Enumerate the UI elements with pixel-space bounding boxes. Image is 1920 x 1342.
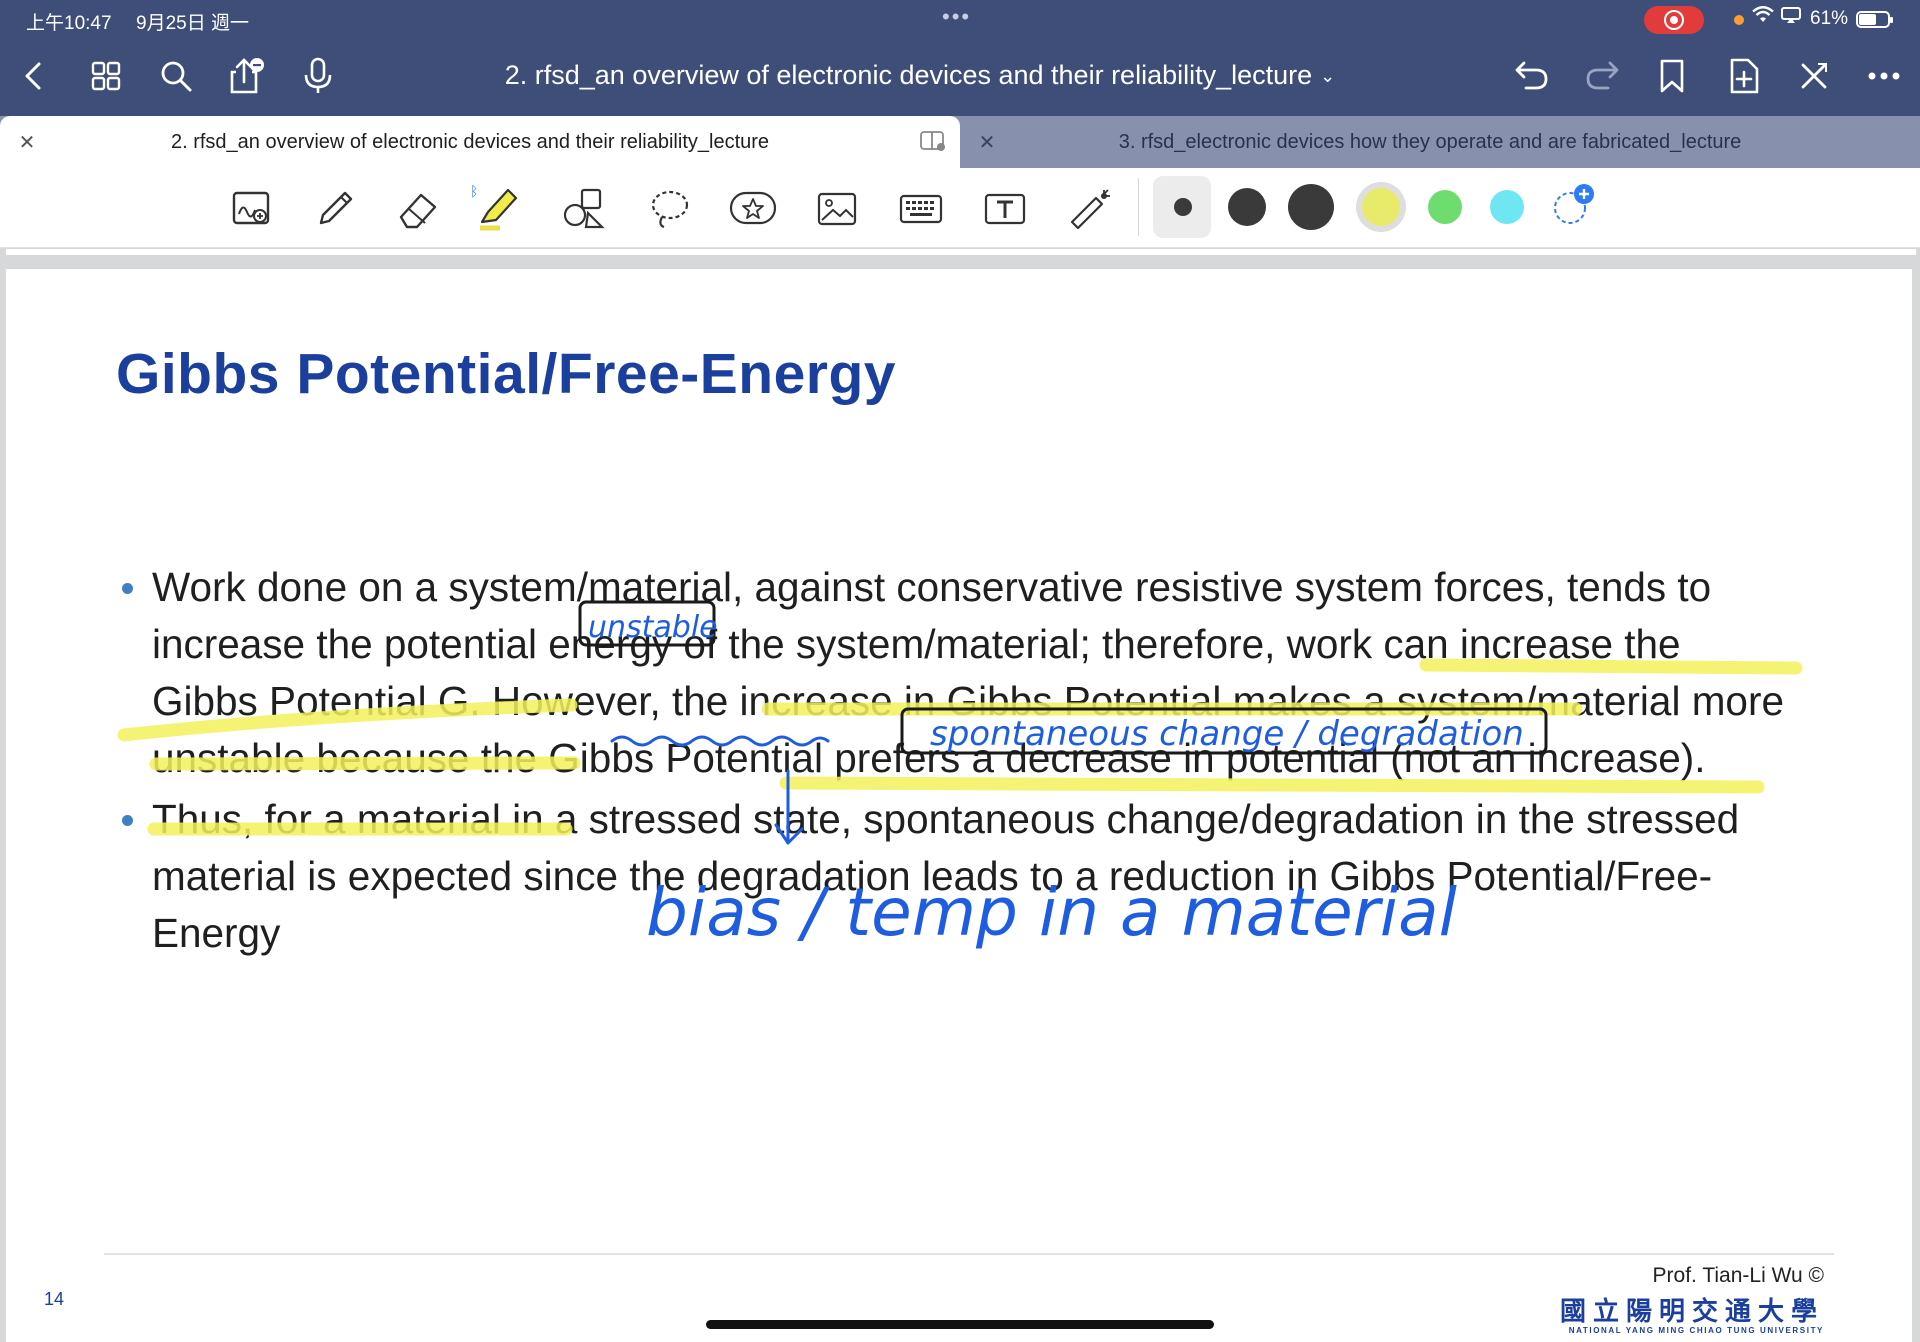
wifi-icon [1752,6,1774,30]
color-swatch-large-black[interactable] [1288,184,1334,230]
more-options-icon[interactable] [1860,52,1908,100]
text-box-icon[interactable] [978,182,1032,236]
image-icon[interactable] [810,182,864,236]
university-english-name: NATIONAL YANG MING CHIAO TUNG UNIVERSITY [1568,1326,1824,1335]
document-title: 2. rfsd_an overview of electronic device… [504,60,1313,90]
status-bar: 上午10:47 9月25日 週一 ••• 61% [0,0,1920,38]
color-swatch-medium-black[interactable] [1228,188,1266,226]
sticker-icon[interactable] [726,182,780,236]
tab-label: 3. rfsd_electronic devices how they oper… [1118,131,1742,153]
highlighter-icon[interactable]: ᛒ [470,182,524,236]
laser-pointer-icon[interactable] [1062,182,1116,236]
footer-divider [104,1253,1834,1255]
battery-icon [1856,11,1893,28]
redo-icon[interactable] [1578,52,1626,100]
color-swatch-cyan[interactable] [1490,190,1524,224]
search-icon[interactable] [152,52,200,100]
exit-edit-icon[interactable] [1790,52,1838,100]
undo-icon[interactable] [1508,52,1556,100]
goodnotes-app: 上午10:47 9月25日 週一 ••• 61% 2. rfsd_an over… [0,0,1920,1342]
close-tab-icon[interactable]: ✕ [976,130,998,155]
bookmark-icon[interactable] [1648,52,1696,100]
multitasking-dots-icon[interactable]: ••• [942,4,971,30]
status-time: 上午10:47 [26,13,112,34]
tab-lecture-3[interactable]: ✕ 3. rfsd_electronic devices how they op… [960,116,1920,168]
document-tabs: ✕ 2. rfsd_an overview of electronic devi… [0,116,1920,168]
mic-in-use-indicator [1734,15,1744,25]
shapes-icon[interactable] [558,182,612,236]
university-logo-text: 國立陽明交通大學 [1559,1296,1824,1326]
page-number: 14 [44,1289,65,1309]
eraser-icon[interactable] [392,182,446,236]
tab-lecture-2[interactable]: ✕ 2. rfsd_an overview of electronic devi… [0,116,960,168]
color-swatch-yellow[interactable] [1362,188,1400,226]
keyboard-icon[interactable] [894,182,948,236]
close-tab-icon[interactable]: ✕ [16,130,38,155]
bullet-item: Work done on a system/material, against … [116,559,1796,787]
bullet-text-2: Thus, for a material in a stressed state… [152,796,1740,956]
drawing-toolbar: ᛒ [0,168,1920,248]
slide-page-14[interactable]: Gibbs Potential/Free-Energy Work done on… [6,269,1916,1342]
scroll-gutter [1912,255,1920,1342]
bullet-item: Thus, for a material in a stressed state… [116,791,1796,962]
microphone-icon[interactable] [294,52,342,100]
bullet-list: Work done on a system/material, against … [116,559,1796,962]
document-title-menu[interactable]: 2. rfsd_an overview of electronic device… [400,60,1440,91]
zoom-box-icon[interactable] [225,182,279,236]
toolbar-divider [1138,178,1139,236]
screen-recording-icon[interactable] [1644,6,1704,34]
thumbnails-grid-icon[interactable] [82,52,130,100]
battery-percent: 61% [1810,8,1849,29]
color-swatch-small-black[interactable] [1174,198,1192,216]
lasso-icon[interactable] [643,182,697,236]
page-gap [0,255,1920,269]
document-header: 2. rfsd_an overview of electronic device… [0,38,1920,116]
add-page-icon[interactable] [1720,52,1768,100]
bullet-dot [122,583,133,594]
author-credit: Prof. Tian-Li Wu © [1652,1264,1824,1287]
chevron-down-icon: ⌄ [1320,66,1336,87]
svg-text:ᛒ: ᛒ [470,184,478,200]
share-icon[interactable] [222,52,270,100]
home-indicator[interactable] [706,1320,1214,1329]
split-view-icon[interactable] [920,130,946,152]
add-color-icon[interactable] [1550,184,1594,228]
status-date: 9月25日 週一 [136,13,249,34]
screen-mirroring-icon [1780,6,1802,29]
bullet-dot [122,815,133,826]
tab-label: 2. rfsd_an overview of electronic device… [170,131,770,153]
pen-icon[interactable] [308,182,362,236]
color-swatch-green[interactable] [1428,190,1462,224]
back-icon[interactable] [10,52,58,100]
bullet-text-1: Work done on a system/material, against … [152,564,1784,781]
slide-title: Gibbs Potential/Free-Energy [116,342,896,406]
